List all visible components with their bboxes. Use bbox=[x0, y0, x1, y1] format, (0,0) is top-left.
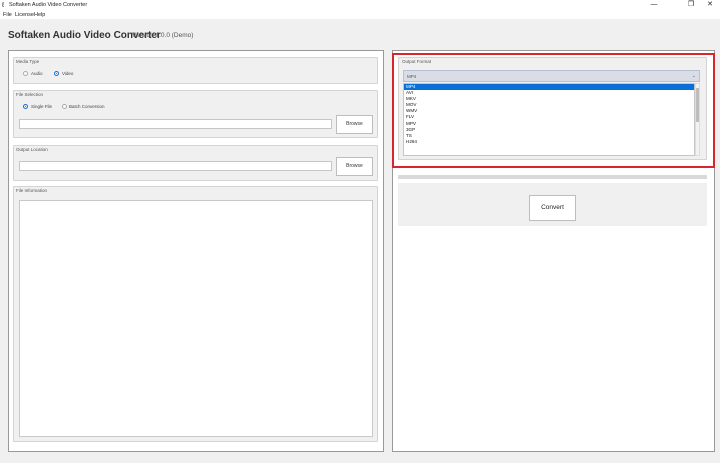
audio-radio[interactable] bbox=[23, 71, 28, 76]
convert-button[interactable]: Convert bbox=[529, 195, 576, 221]
file-selection-label: File Selection bbox=[16, 92, 44, 97]
app-icon: ℓ bbox=[2, 2, 5, 9]
single-file-label[interactable]: Single File bbox=[31, 104, 52, 109]
highlight-box bbox=[392, 53, 715, 168]
batch-conversion-radio[interactable] bbox=[62, 104, 67, 109]
menu-help[interactable]: Help bbox=[34, 12, 45, 18]
window-title: Softaken Audio Video Converter bbox=[9, 2, 88, 8]
menu-file[interactable]: File bbox=[3, 12, 12, 18]
title-bar: ℓ Softaken Audio Video Converter — ❐ ✕ bbox=[0, 0, 720, 10]
menu-license[interactable]: License bbox=[15, 12, 34, 18]
menu-bar: File License Help bbox=[0, 10, 720, 19]
output-browse-button[interactable]: Browse bbox=[336, 157, 373, 176]
file-information-text[interactable] bbox=[19, 200, 373, 437]
batch-conversion-label[interactable]: Batch Conversion bbox=[69, 104, 105, 109]
output-location-label: Output Location bbox=[16, 147, 48, 152]
minimize-icon[interactable]: — bbox=[646, 1, 662, 9]
video-radio[interactable] bbox=[54, 71, 59, 76]
output-path-field[interactable] bbox=[19, 161, 332, 171]
file-information-label: File Information bbox=[16, 188, 48, 193]
video-radio-label[interactable]: Video bbox=[62, 71, 73, 76]
audio-radio-label[interactable]: Audio bbox=[31, 71, 43, 76]
app-version: Version 1.0.0 (Demo) bbox=[132, 32, 194, 39]
restore-icon[interactable]: ❐ bbox=[683, 1, 699, 9]
file-browse-button[interactable]: Browse bbox=[336, 115, 373, 134]
close-icon[interactable]: ✕ bbox=[702, 1, 718, 9]
progress-bar bbox=[398, 175, 707, 179]
file-path-field[interactable] bbox=[19, 119, 332, 129]
media-type-label: Media Type bbox=[16, 59, 40, 64]
single-file-radio[interactable] bbox=[23, 104, 28, 109]
file-selection-group bbox=[13, 90, 378, 138]
